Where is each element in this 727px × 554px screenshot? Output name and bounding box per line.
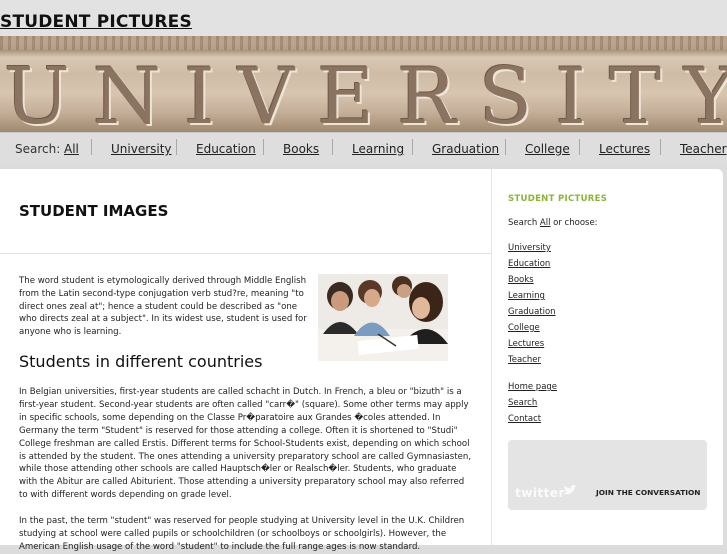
sidebar-link-college[interactable]: College [508, 323, 540, 333]
twitter-bird-icon [563, 485, 577, 495]
sidebar-link-search[interactable]: Search [508, 398, 537, 408]
nav-item-university[interactable]: University [111, 142, 172, 156]
list-item: Education [508, 259, 556, 275]
list-item: Teacher [508, 355, 556, 371]
nav-separator [91, 139, 92, 155]
paragraph-uk: In the past, the term "student" was rese… [19, 516, 465, 552]
nav-separator [412, 139, 413, 155]
list-item: Books [508, 275, 556, 291]
list-item: Lectures [508, 339, 556, 355]
nav-item-lectures[interactable]: Lectures [599, 142, 650, 156]
sidebar-page-links: Home page Search Contact [508, 382, 557, 430]
nav-separator [505, 139, 506, 155]
sidebar-link-contact[interactable]: Contact [508, 414, 541, 424]
list-item: Learning [508, 291, 556, 307]
sidebar-link-books[interactable]: Books [508, 275, 534, 285]
sidebar-link-graduation[interactable]: Graduation [508, 307, 556, 317]
sidebar-title: STUDENT PICTURES [508, 194, 608, 204]
list-item: Home page [508, 382, 557, 398]
students-photo-illustration [318, 274, 448, 361]
main-content: STUDENT IMAGES The word student is etymo… [0, 169, 491, 552]
sidebar-search-suffix: or choose: [550, 218, 598, 228]
list-item: College [508, 323, 556, 339]
nav-separator [660, 139, 661, 155]
nav-item-graduation[interactable]: Graduation [432, 142, 499, 156]
nav-item-education[interactable]: Education [196, 142, 256, 156]
list-item: Search [508, 398, 557, 414]
nav-separator [579, 139, 580, 155]
sidebar-category-list: University Education Books Learning Grad… [508, 243, 556, 371]
nav-separator [332, 139, 333, 155]
sidebar-link-education[interactable]: Education [508, 259, 550, 269]
list-item: Graduation [508, 307, 556, 323]
sidebar-link-university[interactable]: University [508, 243, 551, 253]
heading-divider [0, 253, 491, 254]
sidebar-link-home[interactable]: Home page [508, 382, 557, 392]
join-conversation-link[interactable]: JOIN THE CONVERSATION [596, 488, 700, 497]
banner-ledge [0, 36, 727, 50]
list-item: University [508, 243, 556, 259]
category-nav: Search: All University Education Books L… [0, 132, 727, 163]
nav-item-books[interactable]: Books [283, 142, 319, 156]
section-heading: Students in different countries [19, 352, 263, 371]
sidebar-search-line: Search All or choose: [508, 218, 598, 228]
site-title-link[interactable]: STUDENT PICTURES [0, 12, 192, 32]
top-bar: STUDENT PICTURES [0, 0, 727, 36]
nav-item-learning[interactable]: Learning [352, 142, 404, 156]
banner-carved-text: UNIVERSITY [4, 52, 727, 132]
students-photo [318, 274, 448, 361]
list-item: Contact [508, 414, 557, 430]
nav-search-label: Search: [15, 142, 61, 156]
sidebar-search-prefix: Search [508, 218, 540, 228]
sidebar-link-teacher[interactable]: Teacher [508, 355, 541, 365]
nav-item-college[interactable]: College [525, 142, 570, 156]
sidebar-link-learning[interactable]: Learning [508, 291, 545, 301]
sidebar-link-lectures[interactable]: Lectures [508, 339, 544, 349]
paragraph-belgium-germany: In Belgian universities, first-year stud… [19, 387, 472, 501]
university-banner: UNIVERSITY [0, 36, 727, 132]
nav-separator [176, 139, 177, 155]
sidebar-search-all-link[interactable]: All [540, 218, 551, 228]
twitter-wordmark: twitter [515, 486, 565, 500]
page-heading: STUDENT IMAGES [19, 202, 169, 220]
nav-separator [263, 139, 264, 155]
nav-item-teacher[interactable]: Teacher [680, 142, 727, 156]
intro-paragraph: The word student is etymologically deriv… [19, 276, 307, 338]
nav-item-all[interactable]: All [64, 142, 79, 156]
twitter-widget[interactable]: twitter JOIN THE CONVERSATION [508, 440, 707, 510]
sidebar: STUDENT PICTURES Search All or choose: U… [491, 169, 723, 545]
